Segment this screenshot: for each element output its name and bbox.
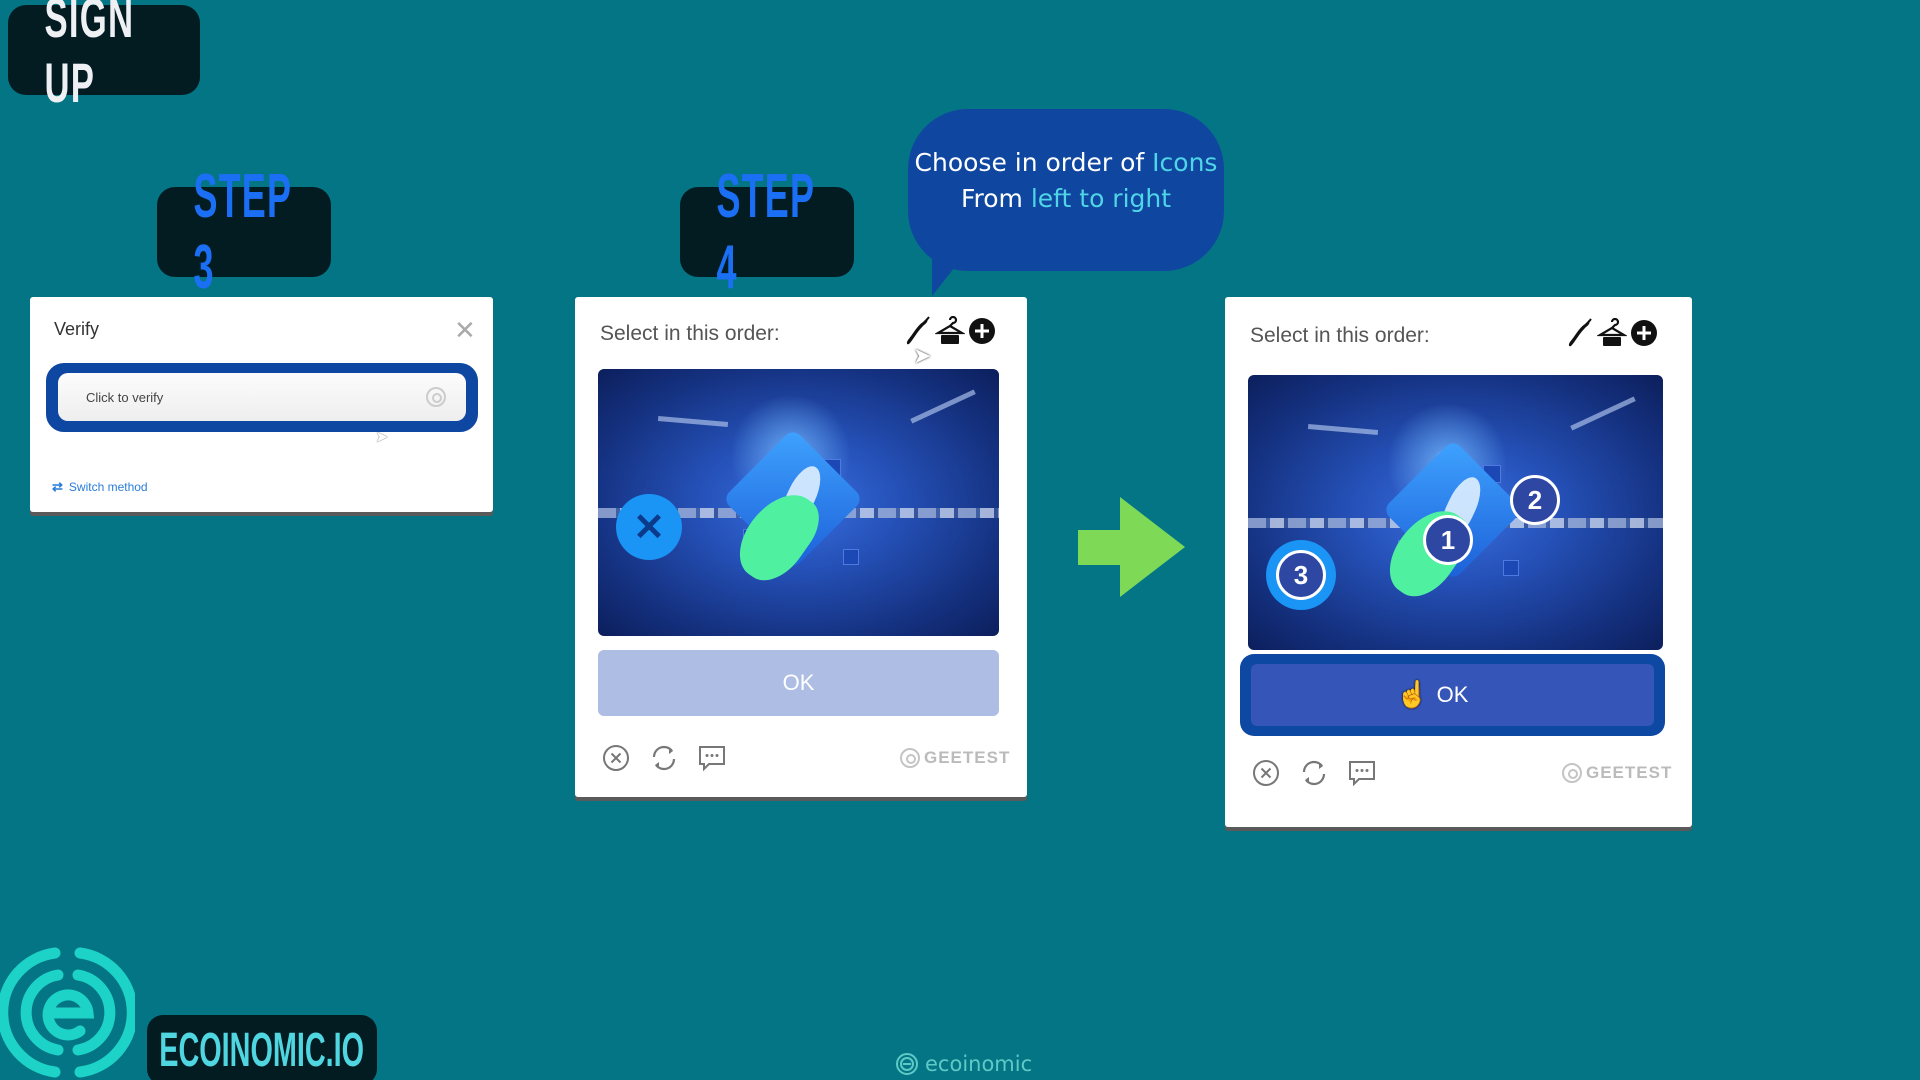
tooltip-text: From bbox=[960, 184, 1031, 213]
tooltip-line-2: From left to right bbox=[961, 181, 1171, 217]
refresh-icon[interactable] bbox=[648, 742, 680, 774]
geetest-logo-icon bbox=[1562, 763, 1582, 783]
image-detail bbox=[843, 549, 859, 565]
captcha-image[interactable]: 1 2 3 bbox=[1248, 375, 1663, 650]
instruction-tooltip: Choose in order of Icons From left to ri… bbox=[908, 109, 1224, 271]
close-icon[interactable]: ✕ bbox=[454, 315, 476, 346]
watermark-text: ecoinomic bbox=[925, 1052, 1033, 1076]
mouse-pointer-icon: ➤ bbox=[375, 429, 389, 446]
step-4-label: STEP 4 bbox=[680, 162, 854, 302]
marker-2[interactable]: 2 bbox=[1510, 475, 1560, 525]
marker-3[interactable]: 3 bbox=[1276, 550, 1326, 600]
chili-pepper-icon bbox=[1565, 317, 1595, 349]
geetest-label: GEETEST bbox=[1586, 763, 1673, 782]
tooltip-line-1: Choose in order of Icons bbox=[915, 145, 1218, 181]
image-detail bbox=[1307, 423, 1379, 436]
captcha-before: Select in this order: ✕ ➤ OK GEETEST bbox=[575, 297, 1027, 797]
sign-up-title: SIGN UP bbox=[8, 0, 200, 114]
captcha-after: Select in this order: 1 2 3 OK ☝ GEETEST bbox=[1225, 297, 1692, 827]
image-detail bbox=[910, 389, 976, 424]
ok-button[interactable]: OK bbox=[598, 650, 999, 716]
ecoinomic-logo-icon bbox=[0, 947, 135, 1078]
plus-circle-icon bbox=[1629, 317, 1659, 349]
geetest-logo-icon bbox=[900, 748, 920, 768]
step-4-text: STEP 4 bbox=[716, 162, 815, 302]
dialog-title: Verify bbox=[54, 319, 100, 339]
plus-circle-target[interactable]: ✕ bbox=[616, 494, 682, 560]
marker-1[interactable]: 1 bbox=[1423, 515, 1473, 565]
tooltip-text: Choose in order of bbox=[914, 148, 1153, 177]
hanger-icon bbox=[1597, 317, 1627, 349]
geetest-icon bbox=[426, 387, 446, 407]
next-arrow-icon bbox=[1078, 497, 1185, 597]
instruction-label: Select in this order: bbox=[600, 322, 780, 345]
geetest-label: GEETEST bbox=[924, 748, 1011, 767]
switch-method-link[interactable]: ⇄ Switch method bbox=[52, 479, 148, 495]
step-3-label: STEP 3 bbox=[157, 162, 331, 302]
verify-dialog: Verify ✕ Click to verify ➤ ⇄ Switch meth… bbox=[30, 297, 493, 512]
brand-name-badge: ECOINOMIC.IO bbox=[147, 1015, 377, 1080]
close-circle-icon[interactable] bbox=[1250, 757, 1282, 789]
instruction-label: Select in this order: bbox=[1250, 324, 1430, 347]
geetest-brand: GEETEST bbox=[900, 748, 1010, 768]
plus-circle-icon bbox=[967, 315, 997, 347]
switch-method-label: Switch method bbox=[68, 480, 148, 494]
captcha-footer-tools bbox=[1250, 757, 1378, 789]
order-icons bbox=[1565, 317, 1659, 349]
hanger-icon bbox=[935, 315, 965, 347]
sign-up-label: SIGN UP bbox=[44, 0, 135, 114]
tooltip-highlight: Icons bbox=[1152, 148, 1218, 177]
click-to-verify-button[interactable]: Click to verify bbox=[44, 373, 480, 421]
geetest-brand: GEETEST bbox=[1562, 763, 1672, 783]
close-circle-icon[interactable] bbox=[600, 742, 632, 774]
watermark-logo-icon bbox=[896, 1053, 918, 1075]
captcha-footer-tools bbox=[600, 742, 728, 774]
brand-name: ECOINOMIC.IO bbox=[159, 1023, 365, 1077]
switch-arrows-icon: ⇄ bbox=[52, 479, 63, 494]
step-3-text: STEP 3 bbox=[193, 162, 292, 302]
image-detail bbox=[657, 415, 729, 428]
hand-pointer-icon: ☝ bbox=[1396, 679, 1429, 709]
image-detail bbox=[1570, 396, 1636, 431]
mouse-pointer-icon: ➤ bbox=[913, 343, 932, 368]
image-detail bbox=[1503, 560, 1519, 576]
feedback-icon[interactable] bbox=[1346, 757, 1378, 789]
feedback-icon[interactable] bbox=[696, 742, 728, 774]
tooltip-highlight: left to right bbox=[1030, 184, 1172, 213]
captcha-image[interactable]: ✕ bbox=[598, 369, 999, 636]
ok-button[interactable]: OK ☝ bbox=[1251, 664, 1654, 726]
ok-label: OK bbox=[1436, 682, 1469, 707]
verify-label: Click to verify bbox=[86, 389, 164, 405]
watermark: ecoinomic bbox=[895, 1052, 1032, 1076]
refresh-icon[interactable] bbox=[1298, 757, 1330, 789]
